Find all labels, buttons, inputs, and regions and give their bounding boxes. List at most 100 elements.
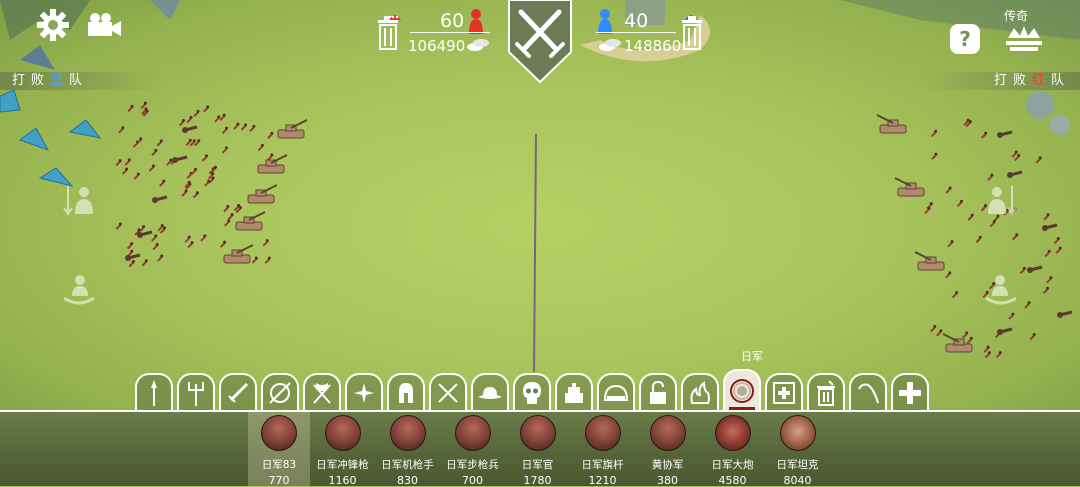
unit-card[interactable]: 黄协军 380 — [635, 412, 700, 487]
unit-place-icon[interactable] — [62, 272, 96, 306]
soldier-unit — [128, 259, 135, 268]
coins-icon — [467, 39, 489, 51]
tab-medkit[interactable] — [765, 373, 803, 410]
tab-bin[interactable] — [807, 373, 845, 410]
soldier-unit — [936, 329, 943, 337]
unit-cost: 770 — [268, 474, 290, 487]
soldier-unit — [945, 186, 952, 194]
soldier-unit — [121, 167, 129, 175]
tab-viking[interactable] — [303, 373, 341, 410]
clear-blue-trash-icon[interactable] — [681, 14, 703, 50]
tab-pirate[interactable] — [429, 373, 467, 410]
tab-legacy[interactable] — [681, 373, 719, 410]
soldier-unit — [1029, 333, 1036, 341]
soldier-unit — [115, 159, 122, 167]
soldier-unit — [983, 345, 990, 353]
unit-name: 日军机枪手 — [381, 459, 434, 471]
spartan-helmet-icon — [399, 383, 413, 403]
soldier-unit — [223, 205, 230, 213]
cannon-unit — [1042, 223, 1058, 231]
soldier-unit — [945, 271, 952, 279]
skull-icon — [523, 382, 541, 404]
tab-ancient[interactable] — [261, 373, 299, 410]
blue-divider — [596, 32, 676, 33]
soldier-unit — [262, 239, 269, 247]
unit-card[interactable]: 日军83 770 — [248, 412, 310, 487]
soldier-unit — [987, 173, 994, 181]
soldier-unit — [118, 126, 125, 134]
tab-wild-west[interactable] — [471, 373, 509, 410]
unit-card[interactable]: 日军旗杆 1210 — [570, 412, 635, 487]
soldier-unit — [151, 234, 158, 242]
tab-good[interactable] — [597, 373, 635, 410]
tab-renaissance[interactable] — [387, 373, 425, 410]
unit-selection-bar: 日军83 770 日军冲锋枪 1160 日军机枪手 830 日军步枪兵 700 … — [0, 410, 1080, 487]
tab-dynasty[interactable] — [345, 373, 383, 410]
tab-farmer[interactable] — [177, 373, 215, 410]
unit-name: 日军坦克 — [776, 459, 819, 471]
tab-spooky[interactable] — [513, 373, 551, 410]
tab-japanese-army[interactable] — [723, 369, 761, 410]
soldier-unit — [193, 109, 200, 118]
soldier-unit — [1042, 286, 1050, 294]
red-unit-count: 60 — [440, 10, 465, 32]
tab-secret[interactable] — [639, 373, 677, 410]
soldier-unit — [1043, 213, 1050, 221]
soldier-unit — [133, 172, 140, 180]
soldier-unit — [1019, 266, 1026, 275]
battle-start-crest[interactable] — [507, 0, 573, 84]
soldier-unit — [924, 206, 931, 215]
soldier-unit — [200, 234, 207, 242]
question-icon[interactable]: ? — [950, 24, 980, 54]
medkit-icon — [773, 382, 795, 404]
tank-unit — [257, 154, 288, 174]
unit-up-down-icon[interactable] — [62, 182, 96, 216]
tab-tribal[interactable] — [135, 373, 173, 410]
unlock-icon — [650, 381, 666, 404]
soldier-unit — [224, 219, 231, 227]
soldier-unit — [152, 242, 159, 251]
tank-unit — [914, 251, 945, 271]
unit-card[interactable]: 日军坦克 8040 — [765, 412, 830, 487]
cannon-unit — [1057, 310, 1073, 318]
battlefield[interactable]: 打败蓝队 打败红队 60 106490 40 148860 ? 传奇 日军 — [0, 0, 1080, 410]
blue-army — [876, 114, 1073, 359]
tab-medieval[interactable] — [219, 373, 257, 410]
unit-name: 日军大炮 — [711, 459, 754, 471]
hook-icon — [858, 383, 879, 404]
unit-card[interactable]: 日军机枪手 830 — [375, 412, 440, 487]
unit-card[interactable]: 日军大炮 4580 — [700, 412, 765, 487]
unit-up-down-icon-right[interactable] — [984, 182, 1018, 216]
soldier-unit — [151, 148, 158, 157]
defeat-blue-team-label: 打败蓝队 — [0, 72, 162, 90]
spear-icon — [151, 380, 157, 406]
unit-card[interactable]: 日军官 1780 — [505, 412, 570, 487]
shield-icon — [269, 382, 291, 404]
gear-icon[interactable] — [36, 8, 70, 48]
unit-card[interactable]: 日军步枪兵 700 — [440, 412, 505, 487]
soldier-unit — [989, 220, 996, 228]
video-camera-icon[interactable] — [86, 12, 122, 44]
soldier-unit — [1008, 312, 1015, 320]
red-money: 106490 — [408, 37, 466, 55]
soldier-unit — [140, 101, 147, 109]
unit-portrait — [454, 415, 491, 451]
tab-add[interactable] — [891, 373, 929, 410]
soldier-unit — [201, 154, 209, 162]
crown-icon[interactable] — [1004, 24, 1044, 52]
soldier-unit — [930, 324, 937, 333]
unit-card[interactable]: 日军冲锋枪 1160 — [310, 412, 375, 487]
cannon-unit — [172, 155, 188, 163]
unit-place-icon-right[interactable] — [984, 272, 1018, 306]
soldier-unit — [156, 254, 164, 262]
soldier-unit — [1055, 246, 1062, 254]
soldier-unit — [947, 240, 954, 248]
tab-fantasy[interactable] — [555, 373, 593, 410]
soldier-unit — [221, 146, 228, 154]
tab-hook[interactable] — [849, 373, 887, 410]
soldier-unit — [227, 213, 234, 221]
soldier-unit — [190, 167, 197, 176]
soldier-unit — [126, 242, 134, 250]
soldier-unit — [124, 158, 131, 166]
trident-icon — [188, 382, 204, 406]
